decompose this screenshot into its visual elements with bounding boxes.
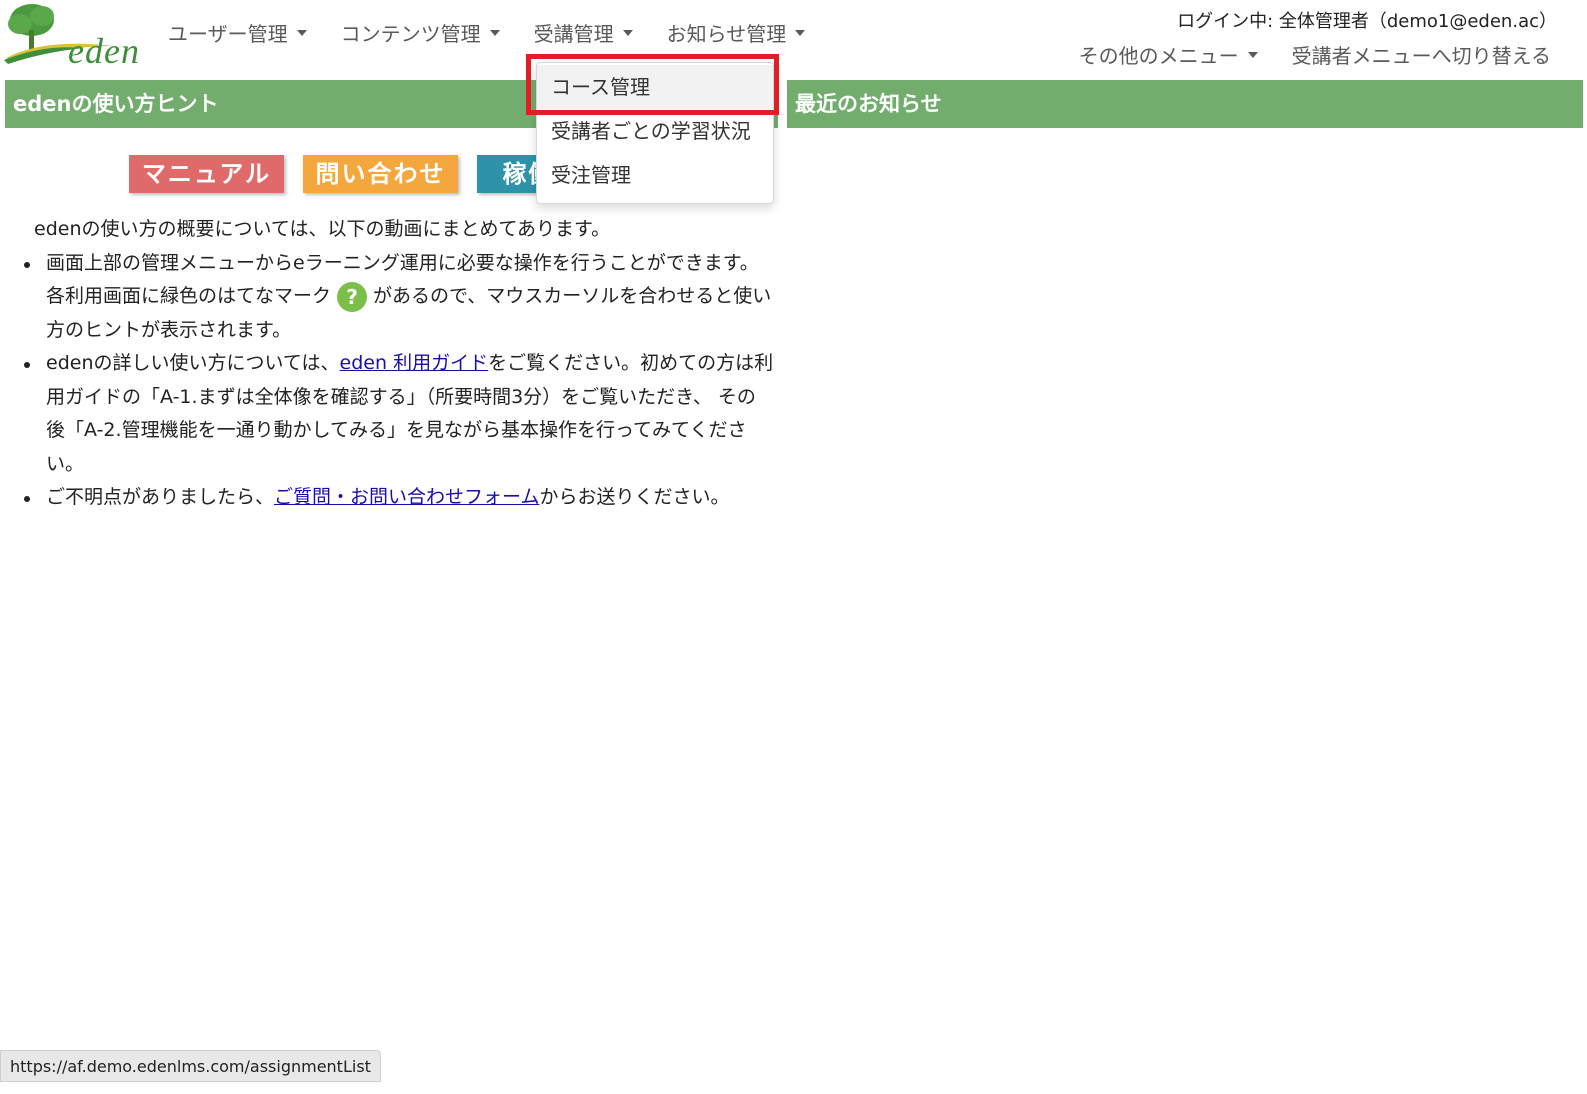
- main-nav: ユーザー管理 コンテンツ管理 受講管理 お知らせ管理: [168, 18, 839, 47]
- login-info: ログイン中: 全体管理者（demo1@eden.ac）: [1177, 11, 1557, 32]
- dropdown-item-course-management[interactable]: コース管理: [537, 65, 773, 109]
- status-bar-url: https://af.demo.edenlms.com/assignmentLi…: [0, 1050, 381, 1082]
- intro-text: edenの使い方の概要については、以下の動画にまとめてあります。: [34, 218, 611, 240]
- eden-logo[interactable]: eden: [4, 2, 140, 71]
- hints-list: 画面上部の管理メニューからeラーニング運用に必要な操作を行うことができます。各利…: [24, 247, 774, 515]
- contact-form-link[interactable]: ご質問・お問い合わせフォーム: [274, 486, 539, 508]
- caret-down-icon: [489, 29, 500, 36]
- nav-content-management[interactable]: コンテンツ管理: [341, 18, 500, 47]
- dropdown-item-order-management[interactable]: 受注管理: [537, 153, 773, 197]
- contact-banner[interactable]: 問い合わせ: [303, 155, 458, 193]
- bullet2-text-a: edenの詳しい使い方については、: [46, 352, 340, 374]
- news-panel-title: 最近のお知らせ: [787, 80, 1583, 128]
- nav-other-menu-label: その他のメニュー: [1078, 44, 1239, 68]
- logo-text: eden: [68, 31, 140, 71]
- nav-content-management-label: コンテンツ管理: [340, 22, 481, 46]
- caret-down-icon: [795, 29, 806, 36]
- help-question-icon: ?: [337, 281, 368, 312]
- nav-enrollment-management-label: 受講管理: [533, 22, 614, 46]
- list-item: 画面上部の管理メニューからeラーニング運用に必要な操作を行うことができます。各利…: [24, 247, 774, 348]
- eden-guide-link[interactable]: eden 利用ガイド: [340, 352, 489, 374]
- caret-down-icon: [296, 29, 307, 36]
- list-item: ご不明点がありましたら、ご質問・お問い合わせフォームからお送りください。: [24, 481, 774, 515]
- nav-other-menu[interactable]: その他のメニュー: [1079, 40, 1258, 69]
- nav-user-management[interactable]: ユーザー管理: [168, 18, 307, 47]
- right-nav: その他のメニュー 受講者メニューへ切り替える: [1045, 40, 1551, 69]
- manual-banner[interactable]: マニュアル: [129, 155, 284, 193]
- bullet3-text-a: ご不明点がありましたら、: [46, 486, 275, 508]
- bullet3-text-b: からお送りください。: [539, 486, 730, 508]
- caret-down-icon: [1247, 51, 1258, 58]
- switch-to-learner-menu-label: 受講者メニューへ切り替える: [1291, 44, 1551, 68]
- hints-content: edenの使い方の概要については、以下の動画にまとめてあります。 画面上部の管理…: [24, 213, 774, 515]
- dropdown-item-learner-progress[interactable]: 受講者ごとの学習状況: [537, 109, 773, 153]
- enrollment-dropdown-menu: コース管理 受講者ごとの学習状況 受注管理: [536, 62, 774, 204]
- caret-down-icon: [622, 29, 633, 36]
- list-item: edenの詳しい使い方については、eden 利用ガイドをご覧ください。初めての方…: [24, 347, 774, 481]
- nav-notice-management-label: お知らせ管理: [666, 22, 787, 46]
- switch-to-learner-menu-link[interactable]: 受講者メニューへ切り替える: [1292, 40, 1551, 69]
- nav-user-management-label: ユーザー管理: [168, 22, 288, 46]
- nav-enrollment-management[interactable]: 受講管理: [534, 18, 633, 47]
- nav-notice-management[interactable]: お知らせ管理: [667, 18, 806, 47]
